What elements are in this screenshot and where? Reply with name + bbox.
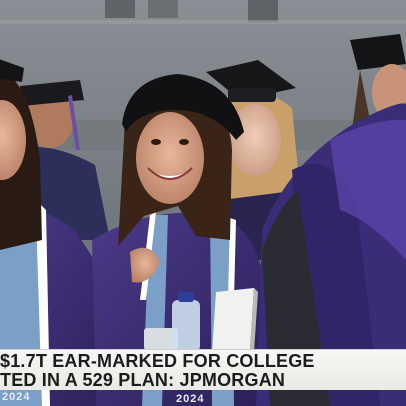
book-icon [212, 288, 254, 352]
water-bottle-icon [172, 300, 200, 352]
caption-line-2: TED IN A 529 PLAN: JPMORGAN [0, 370, 286, 390]
window [148, 0, 178, 18]
window [248, 0, 278, 22]
caption-line-1: $1.7T EAR-MARKED FOR COLLEGE [0, 351, 315, 371]
graduation-photo [0, 0, 406, 406]
stole-year-left: 2024 [2, 391, 31, 403]
news-caption-bar: $1.7T EAR-MARKED FOR COLLEGE TED IN A 52… [0, 349, 406, 390]
window [105, 0, 135, 18]
stole-year-center: 2024 [176, 393, 205, 405]
mortarboard-cap-icon [350, 34, 406, 70]
